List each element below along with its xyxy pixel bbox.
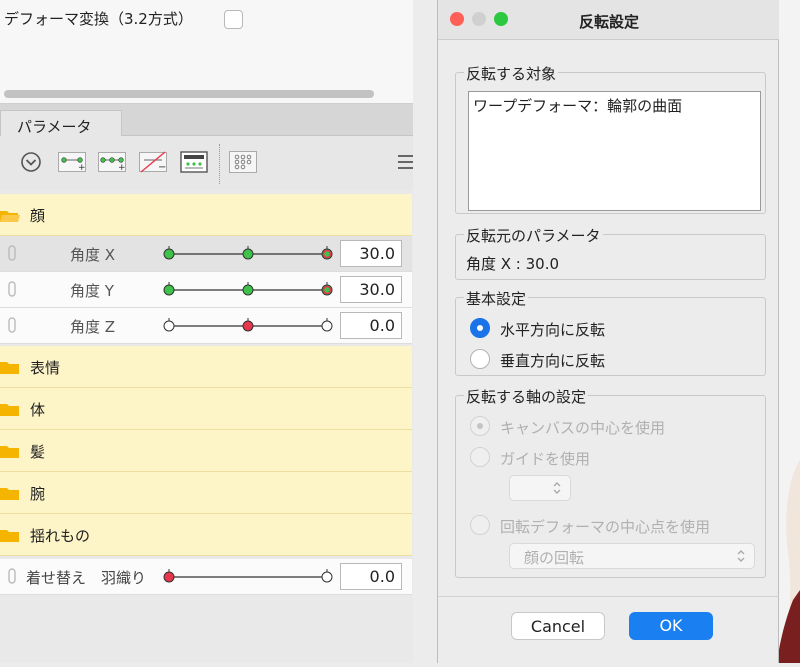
updown-chevron-icon [553, 482, 561, 494]
axis-settings-section: 反転する軸の設定 キャンバスの中心を使用 ガイドを使用 回転デフォーマの中心点を… [455, 386, 766, 578]
parameter-list: 顔 角度 X 30.0 角度 Y 30.0 角度 Z 0.0 表情 体 髪 腕 … [0, 190, 413, 663]
radio-guide[interactable] [470, 447, 490, 467]
param-slider[interactable] [160, 559, 336, 595]
tab-parameters[interactable]: パラメータ [0, 110, 122, 138]
group-hair[interactable]: 髪 [0, 430, 412, 472]
dialog-title: 反転設定 [578, 13, 639, 31]
rotation-deformer-select[interactable]: 顔の回転 [509, 543, 755, 569]
param-label: 角度 Y [70, 282, 114, 300]
basic-settings-section: 基本設定 水平方向に反転 垂直方向に反転 [455, 288, 766, 376]
target-section: 反転する対象 ワープデフォーマ：輪郭の曲面 [455, 63, 766, 214]
radio-rotation-center[interactable] [470, 515, 490, 535]
source-param-section: 反転元のパラメータ 角度 X : 30.0 [455, 225, 766, 280]
source-param-value: 角度 X : 30.0 [466, 255, 560, 273]
target-list-item[interactable]: ワープデフォーマ：輪郭の曲面 [473, 95, 682, 116]
radio-canvas-center-label[interactable]: キャンバスの中心を使用 [500, 417, 665, 438]
group-face[interactable]: 顔 [0, 194, 412, 236]
folder-open-icon [0, 211, 20, 222]
folder-icon [0, 488, 19, 500]
group-label: 表情 [30, 359, 61, 377]
updown-chevron-icon [737, 550, 745, 562]
radio-guide-label[interactable]: ガイドを使用 [500, 448, 590, 469]
section-legend: 反転元のパラメータ [464, 225, 603, 246]
param-row-angle-y[interactable]: 角度 Y 30.0 [0, 272, 412, 308]
add-keyform-2-icon[interactable]: + [58, 150, 86, 174]
cancel-button[interactable]: Cancel [511, 612, 605, 640]
guide-select[interactable] [509, 475, 571, 501]
param-row-angle-z[interactable]: 角度 Z 0.0 [0, 308, 412, 344]
param-value-input[interactable]: 0.0 [340, 563, 402, 590]
horizontal-scrollbar[interactable] [4, 90, 374, 98]
parameter-toolbar: + + − [0, 136, 413, 188]
link-icon [8, 281, 16, 297]
param-label: 着せ替え 羽織り [26, 569, 147, 587]
section-legend: 反転する対象 [464, 63, 559, 84]
radio-rotation-center-label[interactable]: 回転デフォーマの中心点を使用 [500, 516, 710, 537]
grid-dots-icon[interactable] [229, 150, 257, 174]
group-label: 体 [30, 401, 46, 419]
section-legend: 反転する軸の設定 [464, 386, 589, 407]
canvas-backdrop [777, 0, 800, 663]
link-icon [8, 317, 16, 333]
param-slider[interactable] [160, 272, 336, 308]
group-label: 腕 [30, 485, 46, 503]
param-label: 角度 Z [70, 318, 116, 336]
svg-text:+: + [78, 163, 86, 173]
menu-icon[interactable] [392, 150, 413, 174]
delete-keyform-icon[interactable]: − [139, 150, 167, 174]
ok-button[interactable]: OK [629, 612, 713, 640]
footer-divider [438, 596, 780, 597]
folder-icon [0, 362, 19, 374]
section-legend: 基本設定 [464, 288, 529, 309]
deformer-settings-panel: デフォーマ変換（3.2方式） [0, 0, 413, 104]
folder-icon [0, 446, 19, 458]
folder-icon [0, 530, 19, 542]
target-list[interactable]: ワープデフォーマ：輪郭の曲面 [468, 91, 761, 211]
param-row-angle-x[interactable]: 角度 X 30.0 [0, 236, 412, 272]
svg-text:+: + [118, 163, 126, 173]
group-arm[interactable]: 腕 [0, 472, 412, 514]
deformer-conversion-label: デフォーマ変換（3.2方式） [4, 10, 193, 28]
param-value-input[interactable]: 0.0 [340, 312, 402, 339]
param-slider[interactable] [160, 308, 336, 344]
group-body[interactable]: 体 [0, 388, 412, 430]
radio-vertical[interactable] [470, 349, 490, 369]
radio-horizontal-label[interactable]: 水平方向に反転 [500, 319, 605, 340]
toolbar-separator [219, 144, 220, 184]
tab-bar: パラメータ [0, 104, 413, 138]
flip-settings-dialog: 反転設定 反転する対象 ワープデフォーマ：輪郭の曲面 反転元のパラメータ 角度 … [437, 0, 780, 663]
folder-icon [0, 404, 19, 416]
param-value-input[interactable]: 30.0 [340, 240, 402, 267]
param-label: 角度 X [70, 246, 116, 264]
link-icon [8, 568, 16, 584]
param-slider[interactable] [160, 236, 336, 272]
param-value-input[interactable]: 30.0 [340, 276, 402, 303]
chevron-circle-icon[interactable] [18, 150, 46, 174]
group-label: 揺れもの [30, 527, 91, 545]
rotation-deformer-value: 顔の回転 [524, 549, 585, 567]
dialog-titlebar: 反転設定 [438, 0, 780, 40]
left-panel: デフォーマ変換（3.2方式） パラメータ + + − 顔 角度 X 30.0 角… [0, 0, 413, 663]
canvas-artwork [777, 460, 800, 663]
group-swaying[interactable]: 揺れもの [0, 514, 412, 556]
svg-text:−: − [158, 162, 166, 173]
group-label: 髪 [30, 443, 46, 461]
radio-canvas-center[interactable] [470, 416, 490, 436]
keyform-panel-icon[interactable] [180, 150, 208, 174]
deformer-conversion-checkbox[interactable] [224, 10, 243, 29]
group-label: 顔 [30, 207, 46, 225]
add-keyform-3-icon[interactable]: + [98, 150, 126, 174]
radio-vertical-label[interactable]: 垂直方向に反転 [500, 350, 605, 371]
param-row-costume[interactable]: 着せ替え 羽織り 0.0 [0, 559, 412, 595]
link-icon [8, 245, 16, 261]
radio-horizontal[interactable] [470, 318, 490, 338]
group-expression[interactable]: 表情 [0, 346, 412, 388]
